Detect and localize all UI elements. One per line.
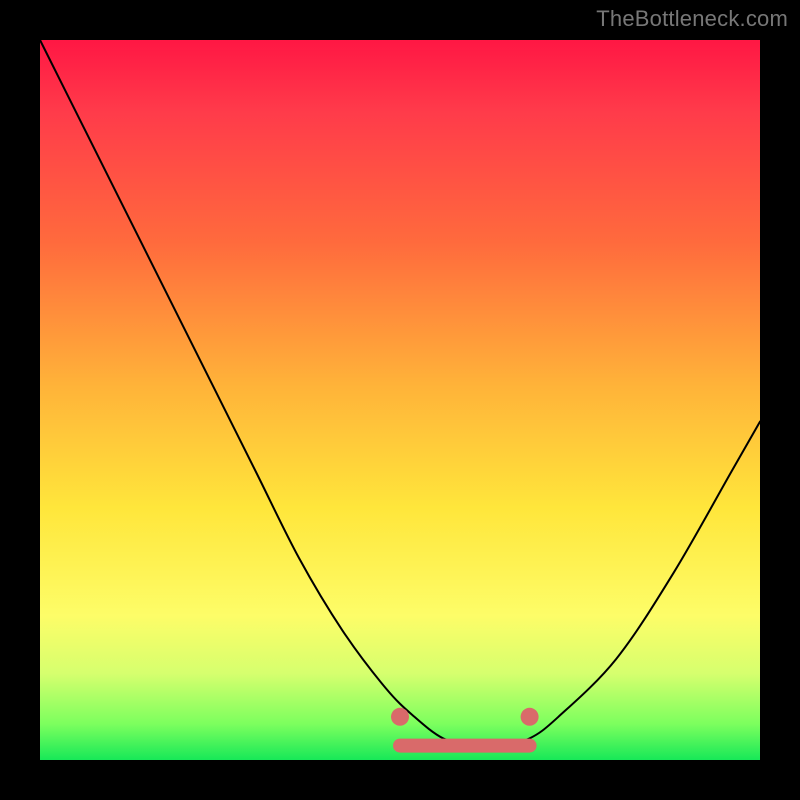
optimal-end-marker <box>521 708 539 726</box>
plot-area <box>40 40 760 760</box>
chart-frame: TheBottleneck.com <box>0 0 800 800</box>
optimal-start-marker <box>391 708 409 726</box>
bottleneck-curve <box>40 40 760 747</box>
curve-overlay <box>40 40 760 760</box>
watermark-text: TheBottleneck.com <box>596 6 788 32</box>
